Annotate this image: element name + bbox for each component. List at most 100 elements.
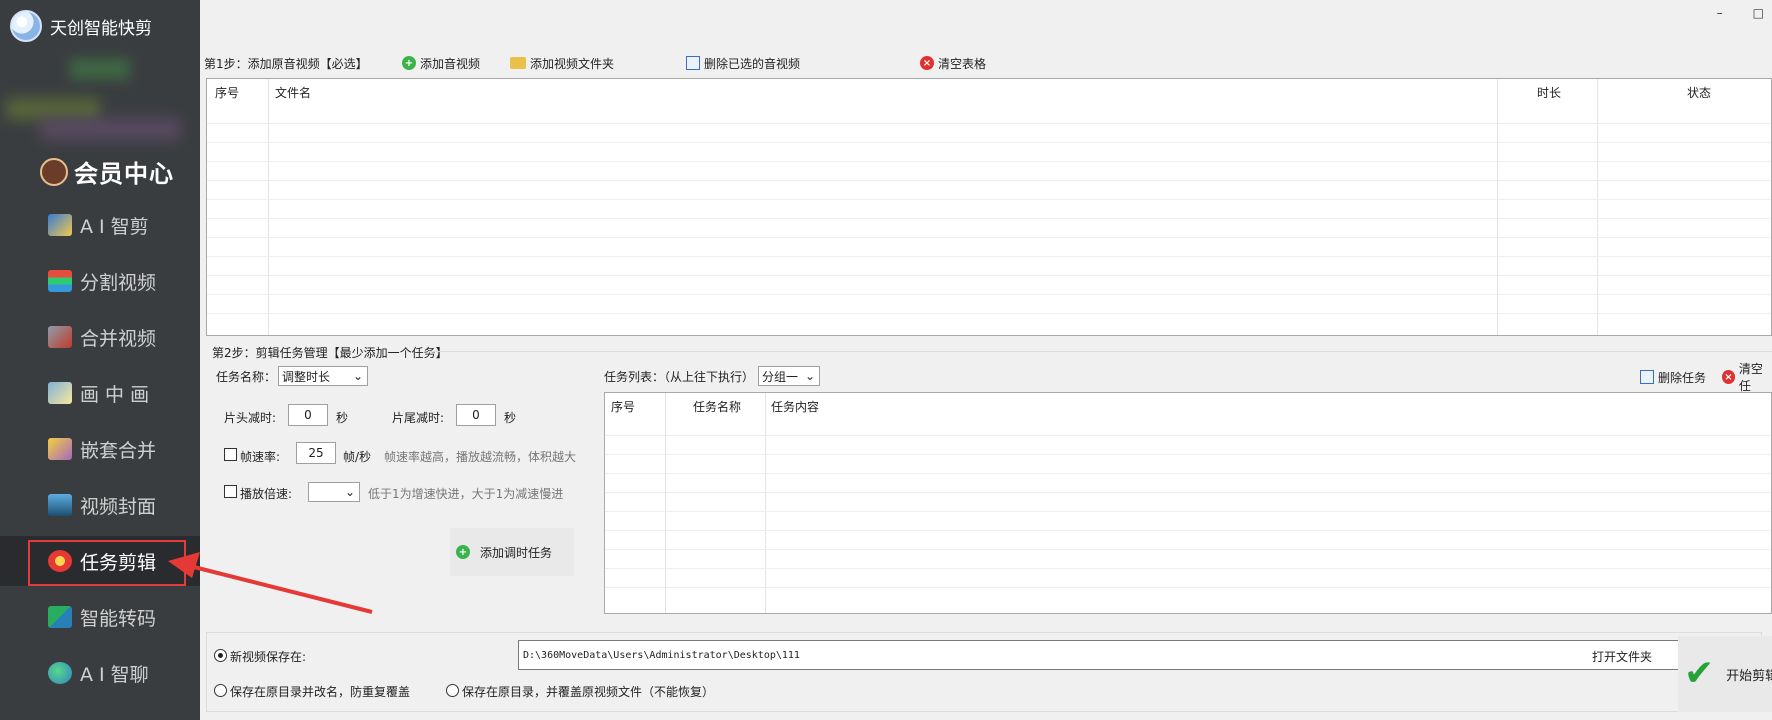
sidebar-item-pip[interactable]: 画 中 画 [0, 368, 200, 418]
checkmark-icon: ✔ [1684, 653, 1715, 694]
sidebar-item-label: 合并视频 [80, 327, 157, 350]
sidebar-item-ai-chat[interactable]: A I 智聊 [0, 648, 200, 698]
plus-icon: + [456, 545, 470, 559]
delete-task-label: 删除任务 [1658, 370, 1707, 385]
add-task-label: 添加调时任务 [480, 545, 553, 560]
member-center-label: 会员中心 [74, 159, 174, 188]
maximize-button[interactable]: □ [1753, 6, 1764, 20]
blurred-user-info [70, 58, 130, 80]
add-av-button[interactable]: + 添加音视频 [402, 52, 480, 74]
folder-icon [510, 57, 526, 69]
framerate-hint: 帧速率越高，播放越流畅，体积越大 [384, 450, 577, 464]
app-logo-icon [10, 10, 42, 42]
speed-label: 播放倍速: [240, 487, 293, 501]
group-value: 分组一 [762, 369, 799, 384]
open-folder-button[interactable]: 打开文件夹 [1592, 648, 1652, 665]
sidebar-item-label: 画 中 画 [80, 383, 150, 406]
seconds-label: 秒 [336, 411, 349, 425]
sidebar-item-ai-cut[interactable]: A I 智剪 [0, 200, 200, 250]
head-cut-label: 片头减时: [224, 411, 277, 425]
step2-label: 第2步：剪辑任务管理【最少添加一个任务】 [212, 346, 448, 360]
column-header[interactable]: 任务名称 [693, 393, 741, 421]
seconds-label: 秒 [504, 411, 517, 425]
cover-icon [48, 494, 72, 516]
sidebar-item-split-video[interactable]: 分割视频 [0, 256, 200, 306]
delete-selected-button[interactable]: 删除已选的音视频 [686, 52, 800, 74]
column-header[interactable]: 序号 [611, 393, 635, 421]
merge-icon [48, 326, 72, 348]
main-panel: – □ 第1步：添加原音视频【必选】 + 添加音视频 添加视频文件夹 删除已选的… [200, 0, 1772, 720]
group-select[interactable]: 分组一 ⌄ [758, 366, 820, 386]
head-cut-input[interactable]: 0 [288, 404, 328, 426]
transcode-icon [48, 606, 72, 628]
save-rename-radio[interactable] [214, 684, 227, 697]
add-folder-label: 添加视频文件夹 [530, 56, 615, 71]
task-list-label: 任务列表：（从上往下执行） [604, 370, 755, 384]
step1-toolbar: 第1步：添加原音视频【必选】 + 添加音视频 添加视频文件夹 删除已选的音视频 … [204, 52, 1764, 74]
add-folder-button[interactable]: 添加视频文件夹 [510, 52, 614, 74]
delete-task-button[interactable]: 删除任务 [1640, 366, 1706, 388]
sidebar-item-label: 智能转码 [80, 607, 157, 630]
save-path-input[interactable]: D:\360MoveData\Users\Administrator\Deskt… [518, 640, 1746, 670]
save-overwrite-label: 保存在原目录，并覆盖原视频文件（不能恢复） [462, 685, 715, 699]
window-controls: – □ [1717, 6, 1764, 20]
app-title: 天创智能快剪 [50, 18, 152, 39]
speed-checkbox[interactable] [224, 485, 237, 498]
close-icon: × [1722, 370, 1735, 384]
delete-selected-label: 删除已选的音视频 [704, 56, 801, 71]
column-header[interactable]: 状态 [1687, 79, 1711, 107]
pip-icon [48, 382, 72, 404]
column-header[interactable]: 序号 [215, 79, 239, 107]
clear-tasks-button[interactable]: × 清空任 [1722, 362, 1772, 393]
speed-hint: 低于1为增速快进，大于1为减速慢进 [368, 487, 564, 501]
save-new-label: 新视频保存在: [230, 650, 307, 664]
add-av-label: 添加音视频 [420, 56, 481, 71]
highlight-box [28, 540, 186, 586]
minimize-button[interactable]: – [1717, 6, 1723, 20]
nest-icon [48, 438, 72, 460]
clear-tasks-label: 清空任 [1738, 362, 1763, 393]
chat-icon [48, 662, 72, 684]
sidebar-item-transcode[interactable]: 智能转码 [0, 592, 200, 642]
speed-select[interactable]: ⌄ [308, 482, 360, 502]
plus-icon: + [402, 56, 416, 70]
framerate-checkbox[interactable] [224, 448, 237, 461]
column-header[interactable]: 时长 [1537, 79, 1561, 107]
clear-table-label: 清空表格 [938, 56, 987, 71]
save-overwrite-radio[interactable] [446, 684, 459, 697]
member-center-button[interactable]: 会员中心 [40, 154, 174, 189]
save-new-radio[interactable] [214, 649, 227, 662]
clear-table-button[interactable]: × 清空表格 [920, 52, 986, 74]
delete-icon [1640, 370, 1654, 384]
blurred-user-info [6, 98, 100, 120]
framerate-label: 帧速率: [240, 450, 281, 464]
step1-label: 第1步：添加原音视频【必选】 [204, 57, 368, 71]
sidebar-item-merge-video[interactable]: 合并视频 [0, 312, 200, 362]
column-header[interactable]: 文件名 [275, 79, 311, 107]
start-button[interactable]: ✔ 开始剪辑 [1678, 636, 1772, 712]
task-name-value: 调整时长 [282, 369, 331, 384]
sidebar-item-label: 视频封面 [80, 495, 157, 518]
close-icon: × [920, 56, 934, 70]
sidebar-item-label: A I 智剪 [80, 215, 149, 238]
ai-icon [48, 214, 72, 236]
chevron-down-icon: ⌄ [352, 369, 363, 383]
file-table[interactable]: 序号 文件名 时长 状态 [206, 78, 1772, 336]
start-label: 开始剪辑 [1726, 668, 1772, 684]
task-name-label: 任务名称： [216, 370, 277, 384]
framerate-unit: 帧/秒 [343, 450, 372, 464]
member-avatar-icon [40, 157, 68, 186]
sidebar-item-video-cover[interactable]: 视频封面 [0, 480, 200, 530]
add-task-button[interactable]: + 添加调时任务 [450, 528, 574, 576]
tail-cut-input[interactable]: 0 [456, 404, 496, 426]
column-header[interactable]: 任务内容 [771, 393, 819, 421]
split-icon [48, 270, 72, 292]
chevron-down-icon: ⌄ [344, 485, 355, 499]
framerate-input[interactable]: 25 [296, 442, 336, 464]
task-table[interactable]: 序号 任务名称 任务内容 [604, 392, 1772, 614]
tail-cut-label: 片尾减时: [392, 411, 445, 425]
sidebar-item-nest-merge[interactable]: 嵌套合并 [0, 424, 200, 474]
task-name-select[interactable]: 调整时长 ⌄ [278, 366, 368, 386]
sidebar-item-label: 分割视频 [80, 271, 157, 294]
chevron-down-icon: ⌄ [804, 369, 815, 383]
